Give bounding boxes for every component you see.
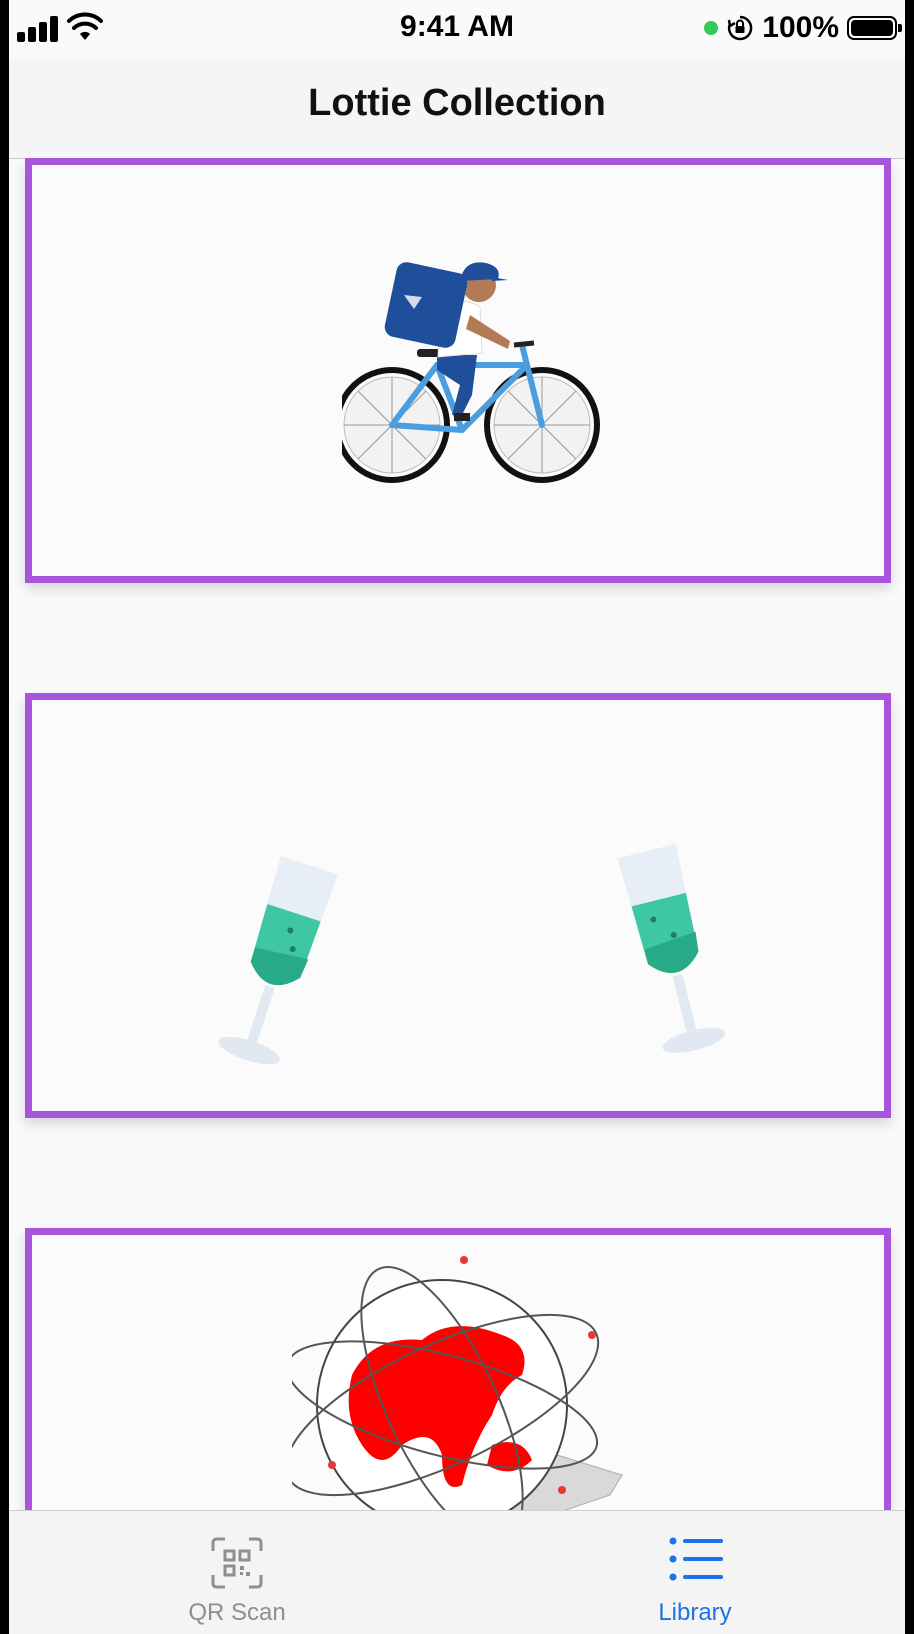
navigation-bar: Lottie Collection xyxy=(9,60,905,159)
battery-icon xyxy=(847,16,902,40)
champagne-glass-left-animation xyxy=(218,855,338,1065)
animation-card-champagne-toast[interactable] xyxy=(25,693,891,1118)
globe-network-animation xyxy=(292,1256,623,1510)
battery-percent: 100% xyxy=(762,11,839,44)
page-title: Lottie Collection xyxy=(308,82,606,124)
delivery-cyclist-animation xyxy=(342,262,600,483)
tab-bar: QR Scan Library xyxy=(9,1510,905,1634)
tab-label-library: Library xyxy=(658,1599,732,1626)
list-icon xyxy=(669,1537,723,1581)
animation-card-globe-network[interactable] xyxy=(25,1228,891,1510)
qr-scan-icon xyxy=(211,1537,263,1589)
tab-library[interactable]: Library xyxy=(595,1511,795,1634)
champagne-glass-right-animation xyxy=(617,843,725,1053)
active-indicator-icon xyxy=(704,21,719,35)
tab-qr-scan[interactable]: QR Scan xyxy=(137,1511,337,1634)
animation-list[interactable] xyxy=(9,158,905,1510)
tab-label-qr-scan: QR Scan xyxy=(188,1599,286,1626)
app-screen: 9:41 AM 100% Lottie Collection QR Scan L… xyxy=(9,0,905,1634)
status-bar: 9:41 AM 100% xyxy=(9,0,905,60)
animation-card-delivery-cyclist[interactable] xyxy=(25,158,891,583)
orientation-lock-icon xyxy=(728,15,753,41)
